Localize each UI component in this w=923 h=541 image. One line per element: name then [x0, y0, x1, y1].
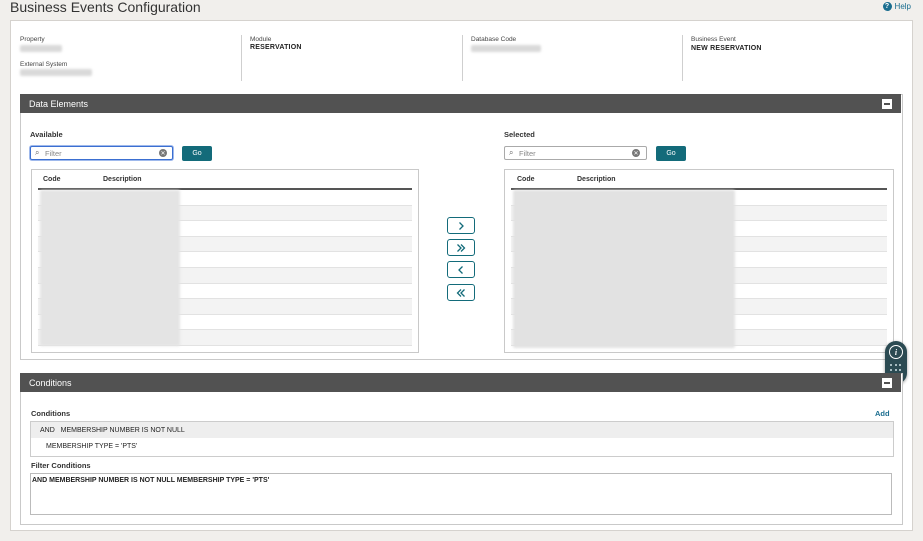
- conditions-title: Conditions: [29, 377, 72, 388]
- move-all-right-button[interactable]: [447, 239, 475, 256]
- move-right-button[interactable]: [447, 217, 475, 234]
- column-header-code: Code: [43, 176, 61, 183]
- property-value-redacted: [20, 45, 62, 52]
- clear-icon[interactable]: ✕: [159, 149, 167, 157]
- selected-go-button[interactable]: Go: [656, 146, 686, 161]
- conditions-header: Conditions: [20, 373, 901, 392]
- move-all-left-button[interactable]: [447, 284, 475, 301]
- business-event-value: NEW RESERVATION: [691, 45, 762, 52]
- chevron-left-icon: [458, 265, 463, 274]
- selected-rows-redacted: [513, 190, 735, 348]
- info-divider: [241, 35, 242, 81]
- clear-icon[interactable]: ✕: [632, 149, 640, 157]
- collapse-icon[interactable]: [882, 378, 892, 388]
- search-icon: ⌕: [35, 148, 40, 157]
- data-elements-title: Data Elements: [29, 98, 89, 109]
- filter-conditions-text: AND MEMBERSHIP NUMBER IS NOT NULL MEMBER…: [32, 477, 270, 484]
- conditions-sub-label: Conditions: [31, 409, 71, 418]
- chevron-right-icon: [459, 221, 464, 230]
- available-go-button[interactable]: Go: [182, 146, 212, 161]
- info-divider: [462, 35, 463, 81]
- database-code-label: Database Code: [471, 36, 517, 43]
- conditions-list: AND MEMBERSHIP NUMBER IS NOT NULL MEMBER…: [30, 421, 894, 457]
- data-elements-header: Data Elements: [20, 94, 901, 113]
- help-circle-icon: ?: [882, 2, 892, 11]
- column-header-code: Code: [517, 176, 535, 183]
- filter-conditions-textarea[interactable]: AND MEMBERSHIP NUMBER IS NOT NULL MEMBER…: [30, 473, 892, 515]
- double-chevron-left-icon: [456, 288, 465, 297]
- available-filter-field[interactable]: [45, 148, 135, 158]
- available-label: Available: [30, 130, 63, 139]
- move-left-button[interactable]: [447, 261, 475, 278]
- selected-label: Selected: [504, 130, 535, 139]
- available-filter-input[interactable]: ⌕ ✕: [30, 146, 173, 160]
- selected-filter-input[interactable]: ⌕ ✕: [504, 146, 647, 160]
- search-icon: ⌕: [509, 148, 514, 157]
- add-condition-link[interactable]: Add: [875, 409, 890, 418]
- help-label: Help: [894, 2, 911, 11]
- collapse-icon[interactable]: [882, 99, 892, 109]
- condition-row[interactable]: MEMBERSHIP TYPE = 'PTS': [31, 438, 893, 455]
- available-rows-redacted: [40, 190, 180, 346]
- available-table: Code Description: [31, 169, 419, 353]
- condition-row[interactable]: AND MEMBERSHIP NUMBER IS NOT NULL: [31, 422, 893, 438]
- business-event-label: Business Event: [691, 36, 736, 43]
- column-header-description: Description: [577, 176, 616, 183]
- double-chevron-right-icon: [457, 243, 466, 252]
- property-label: Property: [20, 36, 45, 43]
- info-icon[interactable]: i: [889, 345, 903, 359]
- condition-row-text: AND MEMBERSHIP NUMBER IS NOT NULL: [40, 426, 185, 434]
- external-system-value-redacted: [20, 69, 92, 76]
- condition-row-text: MEMBERSHIP TYPE = 'PTS': [46, 443, 138, 450]
- info-divider: [682, 35, 683, 81]
- module-value: RESERVATION: [250, 44, 302, 51]
- selected-filter-field[interactable]: [519, 148, 609, 158]
- module-label: Module: [250, 36, 272, 43]
- database-code-value-redacted: [471, 45, 541, 52]
- page-title: Business Events Configuration: [10, 0, 201, 15]
- selected-table: Code Description: [504, 169, 894, 353]
- filter-conditions-label: Filter Conditions: [31, 461, 91, 470]
- external-system-label: External System: [20, 61, 68, 68]
- column-header-description: Description: [103, 176, 142, 183]
- help-link[interactable]: ? Help: [882, 2, 911, 11]
